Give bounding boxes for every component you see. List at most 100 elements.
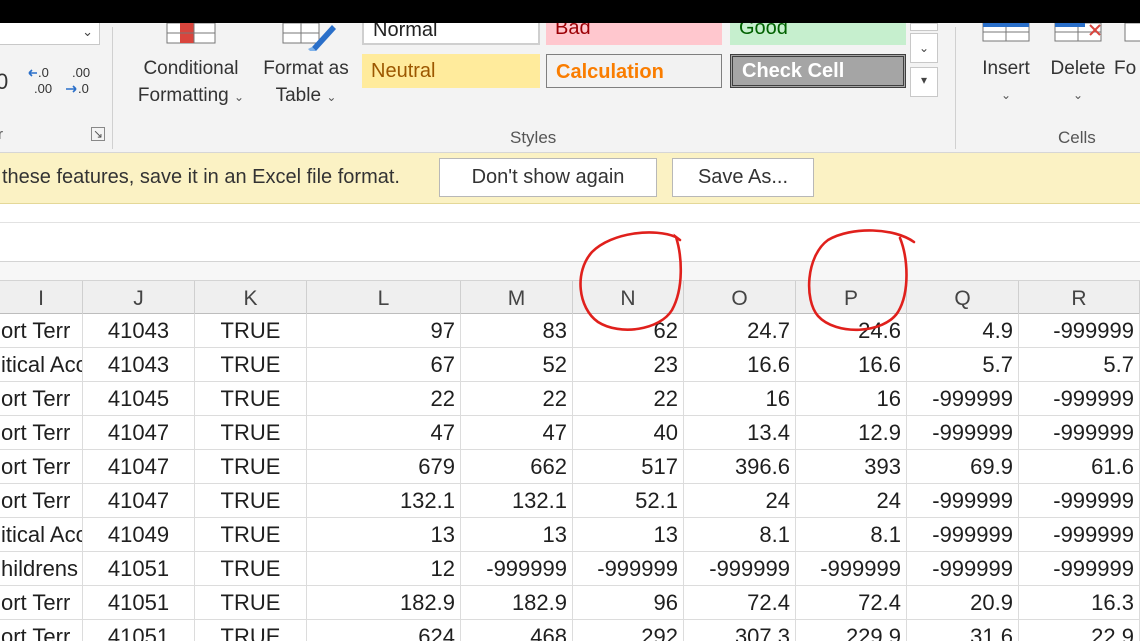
cell-r[interactable]: 16.3 xyxy=(1019,586,1140,620)
cell-p[interactable]: 24.6 xyxy=(796,314,907,348)
cell-p[interactable]: 16 xyxy=(796,382,907,416)
format-as-table-button[interactable]: Format as Table ⌄ xyxy=(254,55,358,111)
cell-q[interactable]: -999999 xyxy=(907,552,1019,586)
style-normal[interactable]: Normal xyxy=(362,23,540,45)
cell-m[interactable]: 132.1 xyxy=(461,484,573,518)
insert-button[interactable]: Insert ⌄ xyxy=(972,55,1040,109)
cell-m[interactable]: 22 xyxy=(461,382,573,416)
number-format-dropdown[interactable]: ⌄ xyxy=(0,23,100,45)
cell-l[interactable]: 12 xyxy=(307,552,461,586)
cell-j[interactable]: 41049 xyxy=(83,518,195,552)
cell-n[interactable]: 292 xyxy=(573,620,684,641)
conditional-formatting-button[interactable]: Conditional Formatting ⌄ xyxy=(128,55,254,111)
cell-i[interactable]: itical Acc xyxy=(0,348,83,382)
cell-k[interactable]: TRUE xyxy=(195,484,307,518)
cell-p[interactable]: 393 xyxy=(796,450,907,484)
style-bad[interactable]: Bad xyxy=(546,23,722,45)
gallery-more-button[interactable]: ▾ xyxy=(910,67,938,97)
cell-n[interactable]: 96 xyxy=(573,586,684,620)
cell-n[interactable]: 52.1 xyxy=(573,484,684,518)
cell-l[interactable]: 13 xyxy=(307,518,461,552)
column-header-n[interactable]: N xyxy=(573,281,684,314)
cell-i[interactable]: itical Acc xyxy=(0,518,83,552)
cell-k[interactable]: TRUE xyxy=(195,348,307,382)
cell-i[interactable]: ort Terr xyxy=(0,620,83,641)
cell-r[interactable]: 5.7 xyxy=(1019,348,1140,382)
cell-o[interactable]: 307.3 xyxy=(684,620,796,641)
cell-r[interactable]: 61.6 xyxy=(1019,450,1140,484)
cell-q[interactable]: 69.9 xyxy=(907,450,1019,484)
cell-o[interactable]: 24 xyxy=(684,484,796,518)
cell-n[interactable]: 517 xyxy=(573,450,684,484)
style-good[interactable]: Good xyxy=(730,23,906,45)
cell-m[interactable]: 47 xyxy=(461,416,573,450)
cell-r[interactable]: -999999 xyxy=(1019,552,1140,586)
gallery-scroll-up-button[interactable] xyxy=(910,23,938,31)
cell-l[interactable]: 182.9 xyxy=(307,586,461,620)
delete-button[interactable]: Delete ⌄ xyxy=(1044,55,1112,109)
cell-k[interactable]: TRUE xyxy=(195,552,307,586)
cell-o[interactable]: 13.4 xyxy=(684,416,796,450)
column-header-o[interactable]: O xyxy=(684,281,796,314)
cell-r[interactable]: -999999 xyxy=(1019,416,1140,450)
comma-style-partial[interactable]: 0 xyxy=(0,69,8,95)
cell-k[interactable]: TRUE xyxy=(195,382,307,416)
cell-i[interactable]: ort Terr xyxy=(0,484,83,518)
column-header-r[interactable]: R xyxy=(1019,281,1140,314)
cell-n[interactable]: 40 xyxy=(573,416,684,450)
cell-m[interactable]: 52 xyxy=(461,348,573,382)
cell-l[interactable]: 132.1 xyxy=(307,484,461,518)
cell-o[interactable]: 8.1 xyxy=(684,518,796,552)
cell-q[interactable]: -999999 xyxy=(907,484,1019,518)
cell-r[interactable]: 22.9 xyxy=(1019,620,1140,641)
cell-q[interactable]: 4.9 xyxy=(907,314,1019,348)
format-button[interactable]: Fo xyxy=(1114,55,1140,82)
cell-q[interactable]: -999999 xyxy=(907,518,1019,552)
cell-r[interactable]: -999999 xyxy=(1019,518,1140,552)
cell-m[interactable]: 13 xyxy=(461,518,573,552)
column-header-j[interactable]: J xyxy=(83,281,195,314)
cell-o[interactable]: 24.7 xyxy=(684,314,796,348)
cell-q[interactable]: -999999 xyxy=(907,382,1019,416)
cell-m[interactable]: 468 xyxy=(461,620,573,641)
cell-l[interactable]: 22 xyxy=(307,382,461,416)
cell-m[interactable]: 182.9 xyxy=(461,586,573,620)
cell-k[interactable]: TRUE xyxy=(195,450,307,484)
cell-m[interactable]: 662 xyxy=(461,450,573,484)
cell-p[interactable]: 24 xyxy=(796,484,907,518)
cell-i[interactable]: ort Terr xyxy=(0,382,83,416)
cell-p[interactable]: -999999 xyxy=(796,552,907,586)
cell-i[interactable]: hildrens xyxy=(0,552,83,586)
increase-decimal-button[interactable]: .0 .00 xyxy=(28,65,60,103)
cell-n[interactable]: -999999 xyxy=(573,552,684,586)
cell-q[interactable]: 5.7 xyxy=(907,348,1019,382)
cell-r[interactable]: -999999 xyxy=(1019,484,1140,518)
cell-n[interactable]: 23 xyxy=(573,348,684,382)
cell-j[interactable]: 41051 xyxy=(83,586,195,620)
style-check-cell[interactable]: Check Cell xyxy=(730,54,906,88)
save-as-button[interactable]: Save As... xyxy=(672,158,814,197)
cell-q[interactable]: 31.6 xyxy=(907,620,1019,641)
cell-p[interactable]: 229.9 xyxy=(796,620,907,641)
cell-k[interactable]: TRUE xyxy=(195,620,307,641)
cell-i[interactable]: ort Terr xyxy=(0,586,83,620)
cell-o[interactable]: -999999 xyxy=(684,552,796,586)
cell-j[interactable]: 41051 xyxy=(83,552,195,586)
cell-o[interactable]: 16 xyxy=(684,382,796,416)
column-header-l[interactable]: L xyxy=(307,281,461,314)
cell-i[interactable]: ort Terr xyxy=(0,416,83,450)
style-calculation[interactable]: Calculation xyxy=(546,54,722,88)
cell-l[interactable]: 624 xyxy=(307,620,461,641)
cell-i[interactable]: ort Terr xyxy=(0,450,83,484)
column-header-q[interactable]: Q xyxy=(907,281,1019,314)
cell-l[interactable]: 97 xyxy=(307,314,461,348)
cell-n[interactable]: 62 xyxy=(573,314,684,348)
cell-q[interactable]: 20.9 xyxy=(907,586,1019,620)
cell-o[interactable]: 72.4 xyxy=(684,586,796,620)
column-header-k[interactable]: K xyxy=(195,281,307,314)
column-header-i[interactable]: I xyxy=(0,281,83,314)
cell-j[interactable]: 41051 xyxy=(83,620,195,641)
cell-k[interactable]: TRUE xyxy=(195,586,307,620)
cell-o[interactable]: 396.6 xyxy=(684,450,796,484)
cell-p[interactable]: 72.4 xyxy=(796,586,907,620)
